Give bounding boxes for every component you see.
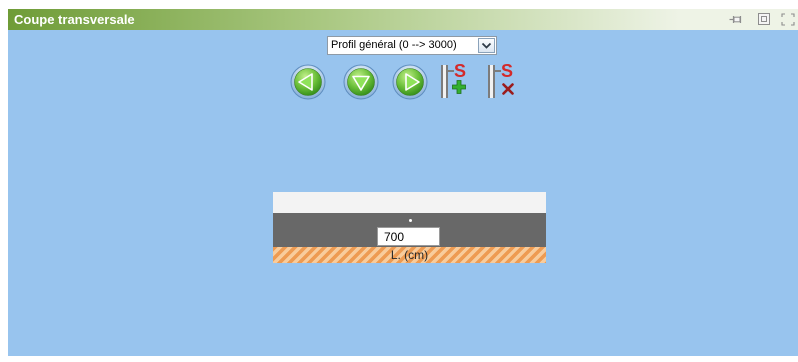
section-letter: S: [454, 61, 467, 81]
arrow-left-icon: [290, 64, 326, 100]
cross-section-panel: Coupe transversale Profil général (0 -->…: [8, 9, 798, 356]
section-delete-icon: S: [487, 61, 519, 100]
profile-select-value: Profil général (0 --> 3000): [331, 39, 457, 51]
axis-marker: [409, 219, 412, 222]
section-bar-icon: [488, 65, 495, 98]
section-toolbar: S S: [290, 61, 519, 100]
down-arrow-button[interactable]: [343, 64, 379, 100]
section-add-icon: S: [440, 61, 472, 100]
pin-icon[interactable]: [729, 13, 743, 26]
arrow-right-icon: [392, 64, 428, 100]
chevron-down-icon: [481, 42, 492, 49]
delete-section-button[interactable]: S: [487, 61, 519, 100]
profile-select[interactable]: Profil général (0 --> 3000): [327, 36, 497, 55]
section-bar-icon: [441, 65, 448, 98]
previous-section-button[interactable]: [290, 64, 326, 100]
add-section-button[interactable]: S: [440, 61, 472, 100]
window-icon[interactable]: [757, 13, 771, 26]
maximize-icon[interactable]: [781, 13, 795, 26]
profile-dropdown-button[interactable]: [478, 38, 495, 53]
panel-title-bar: Coupe transversale: [8, 9, 798, 30]
section-letter: S: [501, 61, 514, 81]
surface-layer[interactable]: [273, 192, 546, 213]
plus-icon: [452, 80, 466, 94]
width-input[interactable]: [377, 227, 440, 246]
cross-section-drawing: L. (cm): [273, 192, 546, 263]
next-section-button[interactable]: [392, 64, 428, 100]
close-icon: [502, 83, 514, 95]
width-label: L. (cm): [390, 248, 429, 262]
arrow-down-icon: [343, 64, 379, 100]
foundation-layer[interactable]: L. (cm): [273, 247, 546, 263]
panel-title: Coupe transversale: [14, 12, 135, 27]
